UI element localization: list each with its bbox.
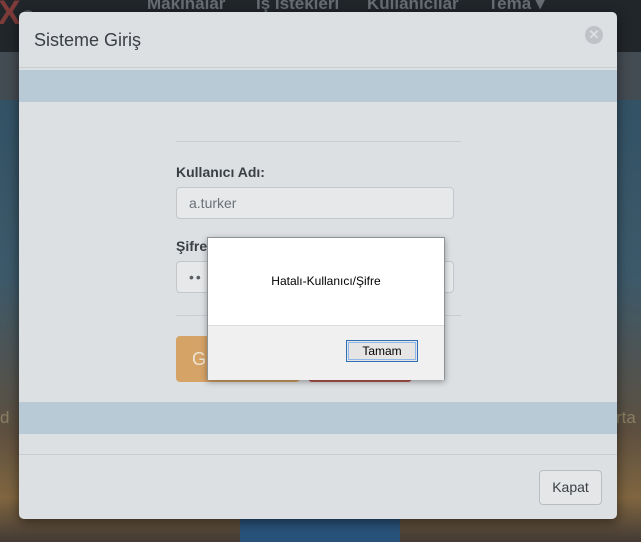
info-band-bottom [19, 402, 617, 434]
modal-footer-divider [19, 454, 617, 455]
error-alert-dialog: Hatalı-Kullanıcı/Şifre Tamam [207, 237, 445, 380]
alert-message: Hatalı-Kullanıcı/Şifre [271, 274, 381, 288]
info-band-top [19, 70, 617, 102]
username-field[interactable]: a.turker [176, 187, 454, 219]
alert-button-bar: Tamam [208, 325, 444, 380]
close-icon[interactable]: ✕ [585, 26, 603, 44]
password-label: Şifre [176, 238, 208, 254]
close-button[interactable]: Kapat [539, 470, 602, 505]
modal-header: Sisteme Giriş ✕ [19, 12, 617, 68]
ok-button[interactable]: Tamam [346, 340, 418, 362]
modal-title: Sisteme Giriş [34, 30, 142, 50]
username-label: Kullanıcı Adı: [176, 164, 265, 180]
form-divider-top [176, 141, 461, 142]
